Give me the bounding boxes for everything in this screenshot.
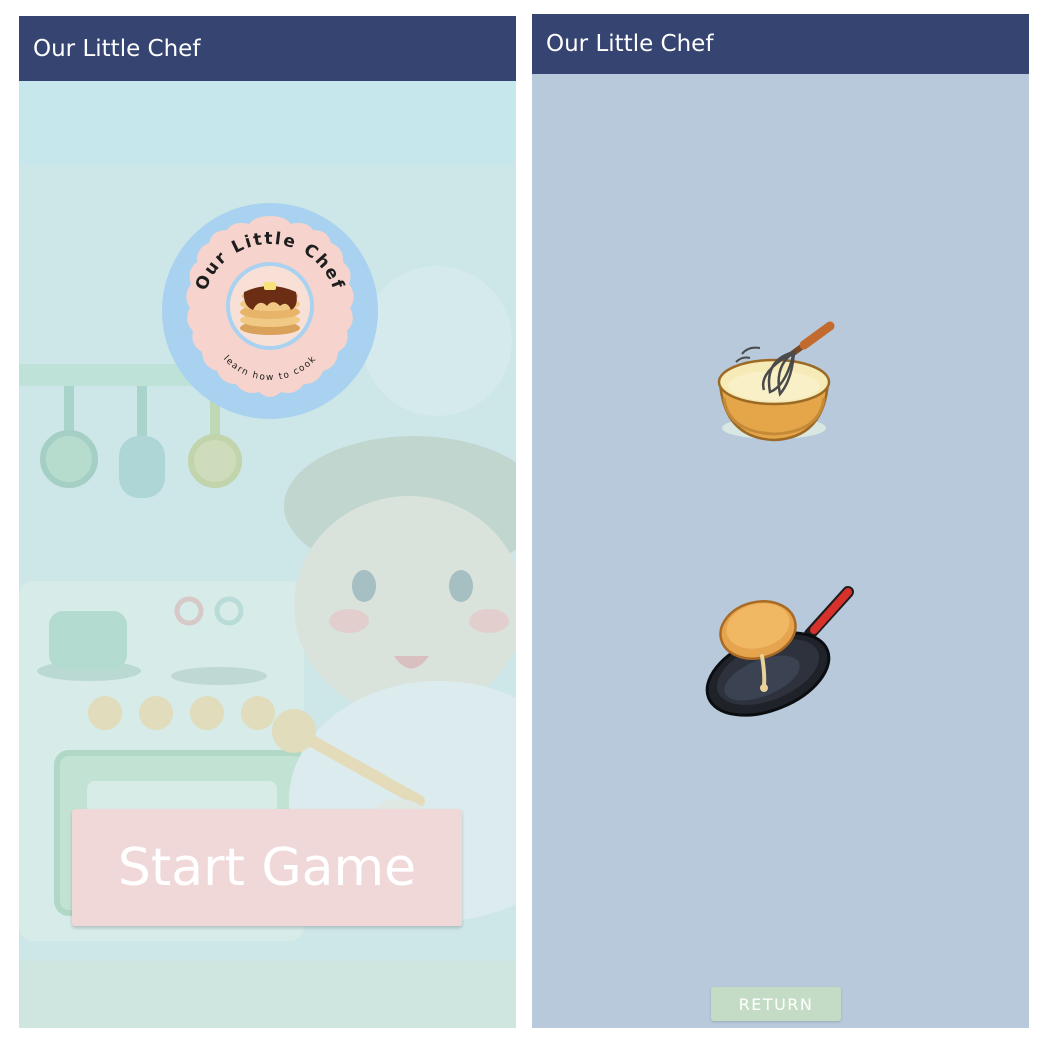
start-game-label: Start Game [117, 837, 417, 898]
return-button[interactable]: RETURN [711, 987, 841, 1021]
start-game-button[interactable]: Start Game [72, 809, 462, 926]
app-title: Our Little Chef [33, 35, 201, 62]
frying-pan-icon[interactable] [702, 582, 858, 722]
start-screen: Our Little Chef Our Little Chef learn ho… [19, 16, 516, 1028]
whisk-bowl-icon[interactable] [714, 316, 844, 456]
our-little-chef-logo: Our Little Chef learn how to cook [162, 203, 378, 419]
app-bar: Our Little Chef [532, 14, 1029, 74]
app-title: Our Little Chef [546, 31, 714, 57]
app-bar: Our Little Chef [19, 16, 516, 81]
return-label: RETURN [738, 994, 814, 1014]
recipe-tools-screen: Our Little Chef RETURN [532, 14, 1029, 1028]
